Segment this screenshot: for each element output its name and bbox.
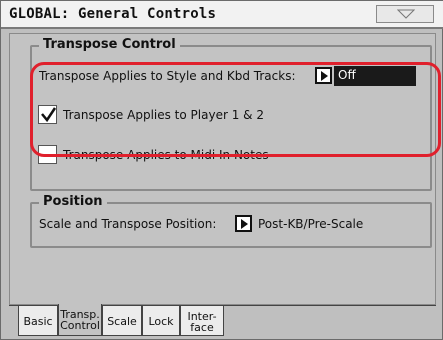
page-title: GLOBAL: General Controls bbox=[9, 6, 217, 22]
transpose-control-legend: Transpose Control bbox=[39, 38, 180, 52]
tab-interface-line2: face bbox=[190, 321, 214, 334]
player-transpose-label: Transpose Applies to Player 1 & 2 bbox=[63, 108, 264, 122]
style-kbd-transpose-label: Transpose Applies to Style and Kbd Track… bbox=[39, 69, 296, 83]
midi-in-transpose-checkbox[interactable] bbox=[38, 145, 57, 164]
tab-scale-label: Scale bbox=[107, 315, 137, 328]
triangle-down-icon bbox=[397, 9, 415, 19]
scale-transpose-position-arrow-button[interactable] bbox=[235, 215, 252, 232]
position-legend: Position bbox=[39, 195, 107, 209]
style-kbd-transpose-value[interactable]: Off bbox=[334, 66, 416, 86]
style-kbd-transpose-arrow-button[interactable] bbox=[315, 67, 332, 84]
page-menu-button[interactable] bbox=[376, 5, 434, 23]
scale-transpose-position-value[interactable]: Post-KB/Pre-Scale bbox=[258, 217, 363, 231]
tab-scale[interactable]: Scale bbox=[102, 306, 142, 336]
midi-in-transpose-label: Transpose Applies to Midi In Notes bbox=[63, 148, 269, 162]
title-bar: GLOBAL: General Controls bbox=[1, 1, 443, 29]
tab-basic[interactable]: Basic bbox=[18, 306, 58, 336]
tab-basic-label: Basic bbox=[23, 315, 53, 328]
tab-transpose-control-line2: Control bbox=[60, 319, 100, 332]
tab-lock-label: Lock bbox=[148, 315, 174, 328]
scale-transpose-position-label: Scale and Transpose Position: bbox=[39, 217, 217, 231]
player-transpose-checkbox[interactable] bbox=[38, 105, 57, 124]
tab-transpose-control[interactable]: Transp. Control bbox=[58, 304, 102, 336]
checkmark-icon bbox=[41, 107, 57, 123]
tab-lock[interactable]: Lock bbox=[142, 306, 180, 336]
global-general-controls-screen: GLOBAL: General Controls Transpose Contr… bbox=[0, 0, 443, 340]
tab-interface[interactable]: Inter- face bbox=[180, 306, 224, 336]
